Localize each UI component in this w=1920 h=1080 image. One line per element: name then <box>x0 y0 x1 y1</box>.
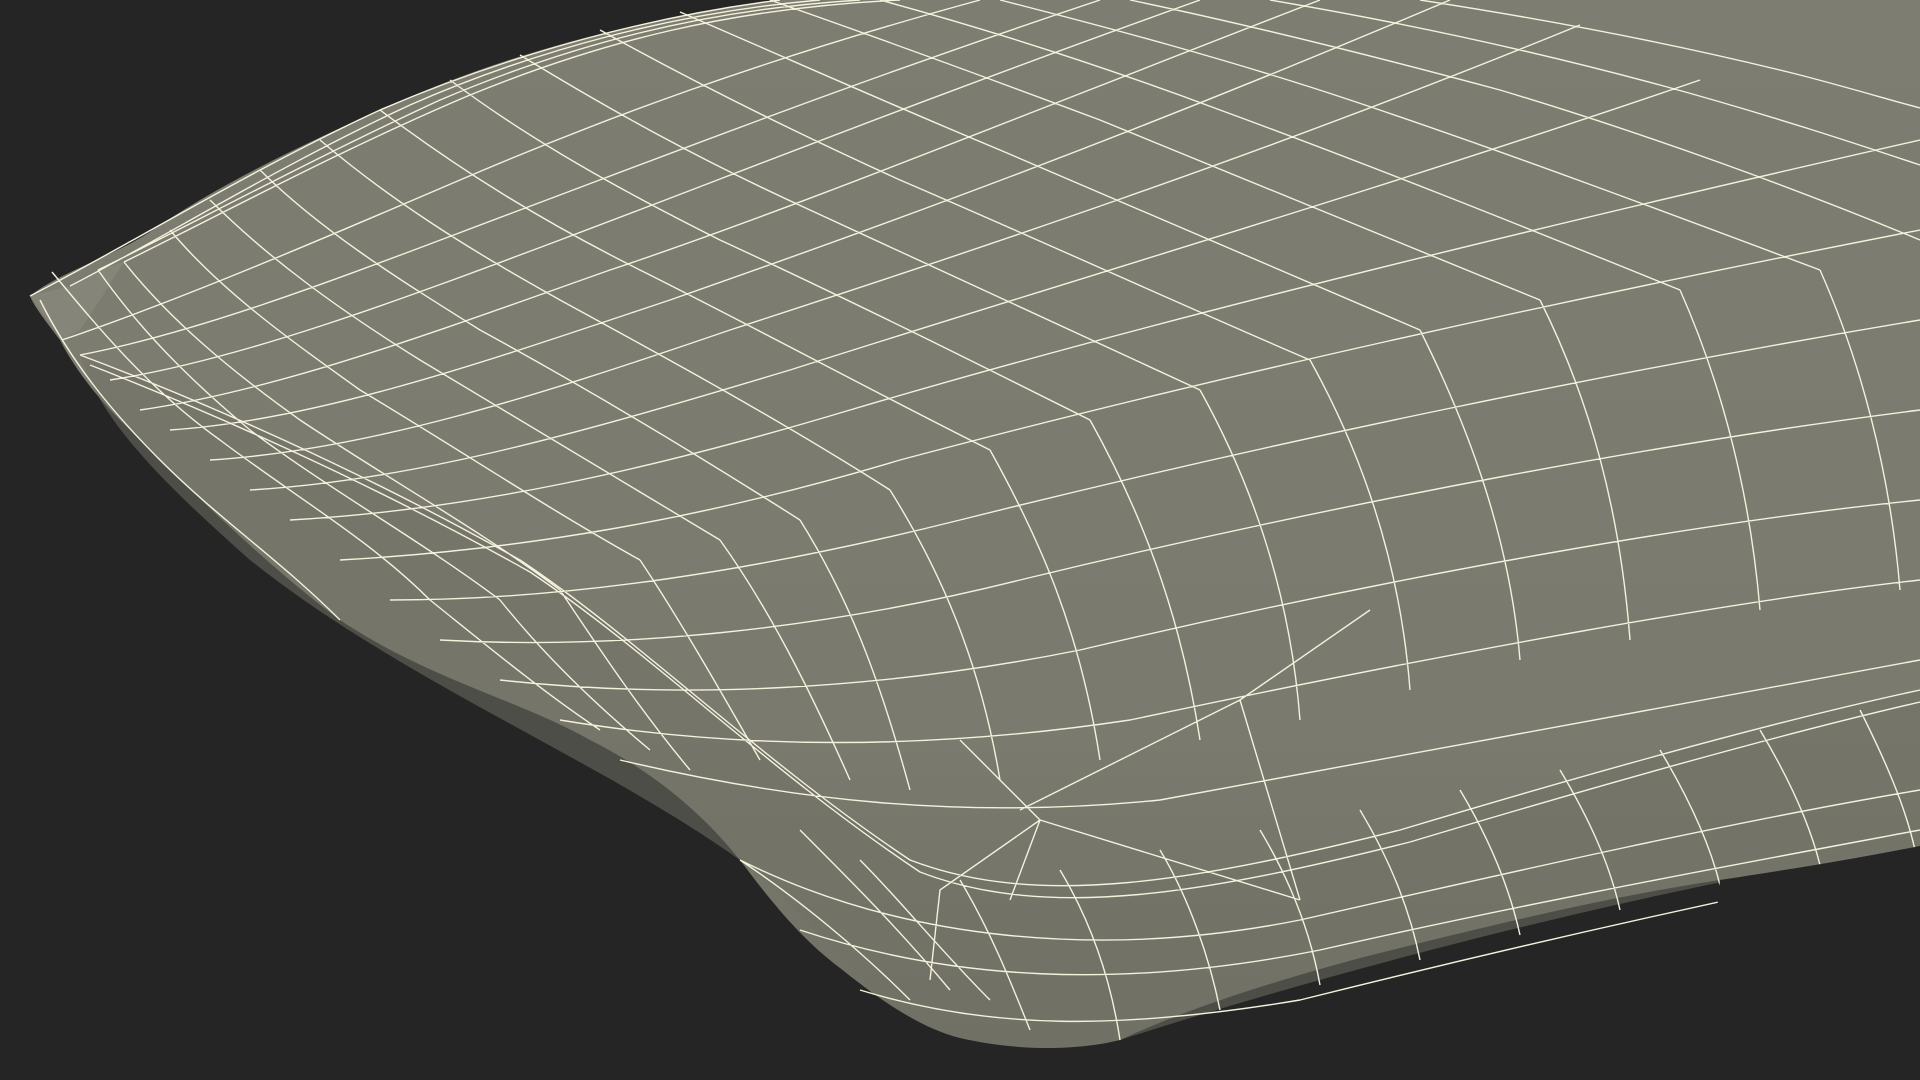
pillow-wireframe-render <box>29 0 1920 1080</box>
3d-viewport[interactable] <box>0 0 1920 1080</box>
pillow-underside-shadow <box>1700 846 1920 1080</box>
